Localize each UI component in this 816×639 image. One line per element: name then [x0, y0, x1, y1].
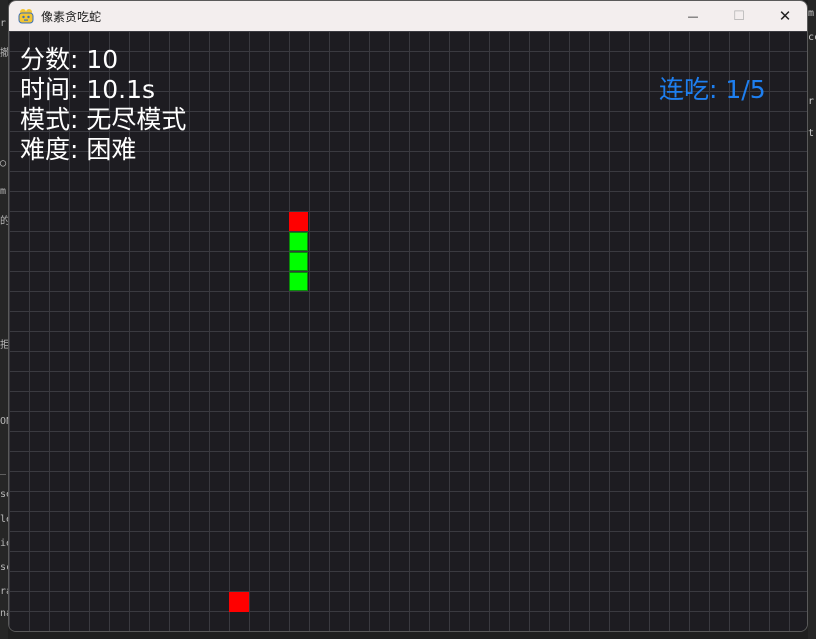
- minimize-icon: —: [687, 9, 699, 23]
- mode-label: 模式: 无尽模式: [20, 105, 187, 134]
- snake-head: [289, 212, 308, 231]
- maximize-button[interactable]: ☐: [716, 1, 762, 31]
- title-bar[interactable]: 像素贪吃蛇 — ☐ ✕: [9, 1, 807, 31]
- combo-counter: 连吃: 1/5: [659, 75, 766, 104]
- score-label: 分数: 10: [20, 45, 119, 74]
- window-title: 像素贪吃蛇: [41, 9, 102, 24]
- snake-body-segment: [289, 232, 308, 251]
- snake-body-segment: [289, 252, 308, 271]
- bg-text-fragment: t: [808, 128, 815, 139]
- bg-text-fragment: cc: [808, 32, 816, 43]
- difficulty-label: 难度: 困难: [20, 135, 137, 164]
- bg-text-fragment: r: [808, 96, 815, 107]
- bg-text-fragment: m: [0, 186, 7, 197]
- hud-panel: 分数: 10 时间: 10.1s 模式: 无尽模式 难度: 困难: [20, 45, 186, 165]
- pygame-snake-icon: [18, 9, 34, 24]
- close-button[interactable]: ✕: [762, 1, 807, 31]
- bg-text-fragment: ◯: [0, 158, 7, 169]
- food-pellet: [229, 592, 249, 612]
- time-label: 时间: 10.1s: [20, 75, 156, 104]
- game-board[interactable]: 分数: 10 时间: 10.1s 模式: 无尽模式 难度: 困难 连吃: 1/5: [9, 31, 807, 631]
- close-icon: ✕: [778, 7, 792, 25]
- game-window: 像素贪吃蛇 — ☐ ✕ 分数: 10 时间: 10.1s 模式: 无尽模式 难度…: [8, 0, 808, 632]
- maximize-icon: ☐: [733, 8, 745, 24]
- bg-text-fragment: m: [808, 8, 815, 19]
- bg-text-fragment: r: [0, 18, 7, 29]
- minimize-button[interactable]: —: [670, 1, 716, 31]
- background-app-right: m cc r t: [808, 0, 816, 639]
- snake-body-segment: [289, 272, 308, 291]
- background-app-left: r 撤 ◯ m 的 拒 ON _( se le ie sc ra na: [0, 0, 12, 639]
